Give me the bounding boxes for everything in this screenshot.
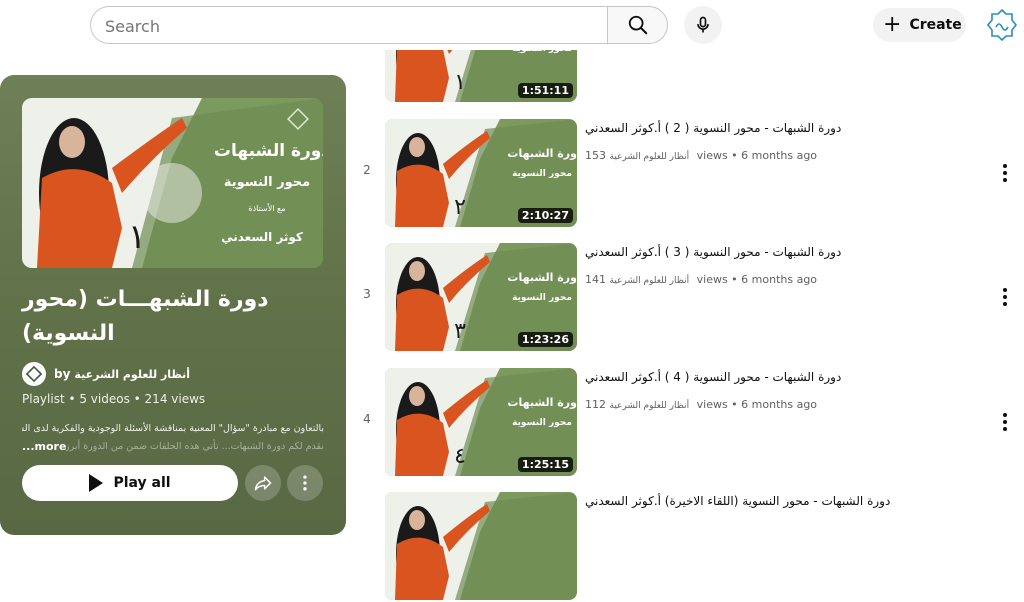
- hero-teacher-text: كوثر السعدني: [221, 230, 303, 245]
- playlist-stats: Playlist • 5 videos • 214 views: [22, 392, 206, 406]
- playlist-header-panel: دورة الشبهات محور النسوية مع الأستاذة كو…: [0, 75, 346, 535]
- more-vert-icon: [1003, 164, 1007, 168]
- playlist-title: دورة الشبهـــات (محور النسوية): [22, 287, 269, 346]
- video-thumbnail-art: [385, 492, 577, 600]
- playlist-menu-button[interactable]: [287, 465, 323, 501]
- playlist-description: بالتعاون مع مبادرة "سؤال" المعنية بمناقش…: [22, 420, 324, 456]
- video-index: 4: [363, 412, 371, 426]
- channel-logo-icon: [986, 8, 1018, 42]
- playlist-video-row[interactable]: 3 دورة الشبهات محور النسوية ٣ 1:23:26 دو…: [355, 243, 1024, 353]
- video-duration: 2:10:27: [517, 208, 573, 223]
- more-button[interactable]: ...more: [22, 438, 66, 456]
- thumb-numeral: ٢: [454, 195, 466, 220]
- more-vert-icon: [1003, 288, 1007, 292]
- voice-search-button[interactable]: [684, 6, 722, 44]
- owner-name[interactable]: أنظار للعلوم الشرعية: [74, 368, 190, 381]
- description-line-1: بالتعاون مع مبادرة "سؤال" المعنية بمناقش…: [22, 423, 324, 434]
- account-avatar[interactable]: [985, 8, 1019, 42]
- video-title[interactable]: دورة الشبهات - محور النسوية (اللقاء الاخ…: [585, 494, 985, 508]
- thumb-numeral: ٣: [454, 319, 466, 344]
- video-meta: [585, 522, 589, 535]
- video-menu-button[interactable]: [995, 163, 1015, 183]
- video-duration: 1:23:26: [517, 332, 573, 347]
- thumb-subtitle-text: محور النسوية: [512, 418, 572, 428]
- video-title[interactable]: دورة الشبهات - محور النسوية ( 3 ) أ.كوثر…: [585, 245, 985, 259]
- thumb-title-text: دورة الشبهات: [507, 271, 577, 284]
- thumb-title-text: دورة الشبهات: [507, 147, 577, 160]
- search-box: [90, 6, 608, 44]
- video-menu-button[interactable]: [995, 412, 1015, 432]
- more-vert-icon: [1003, 413, 1007, 417]
- video-thumbnail[interactable]: دورة الشبهات محور النسوية ٤ 1:25:15: [385, 368, 577, 476]
- video-channel[interactable]: أنظار للعلوم الشرعية: [610, 152, 690, 162]
- video-thumbnail[interactable]: دورة الشبهات محور النسوية ٢ 2:10:27: [385, 119, 577, 227]
- video-thumbnail[interactable]: دورة الشبهات محور النسوية ٣ 1:23:26: [385, 243, 577, 351]
- share-button[interactable]: [245, 465, 281, 501]
- play-all-label: Play all: [113, 475, 171, 491]
- create-button[interactable]: + Create: [873, 8, 966, 42]
- hero-numeral: ١: [128, 217, 146, 257]
- thumb-subtitle-text: محور النسوية: [512, 293, 572, 303]
- video-duration: 1:25:15: [517, 457, 573, 472]
- video-title[interactable]: دورة الشبهات - محور النسوية ( 4 ) أ.كوثر…: [585, 370, 985, 384]
- video-meta: أنظار للعلوم الشرعية 112 views • 6 month…: [585, 398, 817, 411]
- masthead: + Create: [0, 0, 1024, 50]
- create-label: Create: [909, 17, 962, 33]
- video-index: 3: [363, 287, 371, 301]
- video-index: 2: [363, 163, 371, 177]
- playlist-thumbnail-art: دورة الشبهات محور النسوية مع الأستاذة كو…: [22, 98, 323, 268]
- search-input[interactable]: [105, 15, 585, 37]
- playlist-thumbnail[interactable]: دورة الشبهات محور النسوية مع الأستاذة كو…: [22, 98, 323, 268]
- thumb-numeral: ١: [454, 70, 466, 95]
- search-icon: [628, 15, 647, 35]
- video-meta: أنظار للعلوم الشرعية 141 views • 6 month…: [585, 273, 817, 286]
- video-thumbnail[interactable]: [385, 492, 577, 600]
- video-channel[interactable]: أنظار للعلوم الشرعية: [610, 276, 690, 286]
- video-title[interactable]: دورة الشبهات - محور النسوية ( 2 ) أ.كوثر…: [585, 121, 985, 135]
- by-label: by: [54, 367, 71, 381]
- play-icon: [89, 474, 104, 492]
- thumb-subtitle-text: محور النسوية: [512, 169, 572, 179]
- plus-icon: +: [883, 12, 902, 37]
- video-meta: أنظار للعلوم الشرعية 153 views • 6 month…: [585, 149, 817, 162]
- playlist-owner[interactable]: by أنظار للعلوم الشرعية: [22, 362, 190, 386]
- playlist-video-row[interactable]: دورة الشبهات - محور النسوية (اللقاء الاخ…: [355, 492, 1024, 602]
- playlist-video-row[interactable]: 2 دورة الشبهات محور النسوية ٢ 2:10:27 دو…: [355, 119, 1024, 229]
- search-form: [90, 6, 668, 44]
- thumb-title-text: دورة الشبهات: [507, 396, 577, 409]
- description-line-2: نقدم لكم دورة الشبهات... تأتي هذه الحلقا…: [66, 441, 324, 452]
- video-channel[interactable]: أنظار للعلوم الشرعية: [610, 401, 690, 411]
- playlist-video-row[interactable]: 4 دورة الشبهات محور النسوية ٤ 1:25:15 دو…: [355, 368, 1024, 478]
- channel-logo-icon: [22, 362, 46, 386]
- more-vert-icon: [303, 475, 307, 491]
- description-line-2-row: ...more نقدم لكم دورة الشبهات... تأتي هذ…: [22, 438, 324, 456]
- video-duration: 1:51:11: [517, 83, 573, 98]
- search-button[interactable]: [607, 6, 668, 44]
- share-icon: [254, 476, 272, 491]
- hero-title-text: دورة الشبهات: [214, 141, 323, 161]
- play-all-button[interactable]: Play all: [22, 465, 238, 501]
- video-menu-button[interactable]: [995, 287, 1015, 307]
- hero-subtitle-text: محور النسوية: [224, 175, 310, 190]
- mic-icon: [697, 16, 709, 33]
- thumb-numeral: ٤: [454, 444, 466, 469]
- hero-with-text: مع الأستاذة: [248, 203, 285, 213]
